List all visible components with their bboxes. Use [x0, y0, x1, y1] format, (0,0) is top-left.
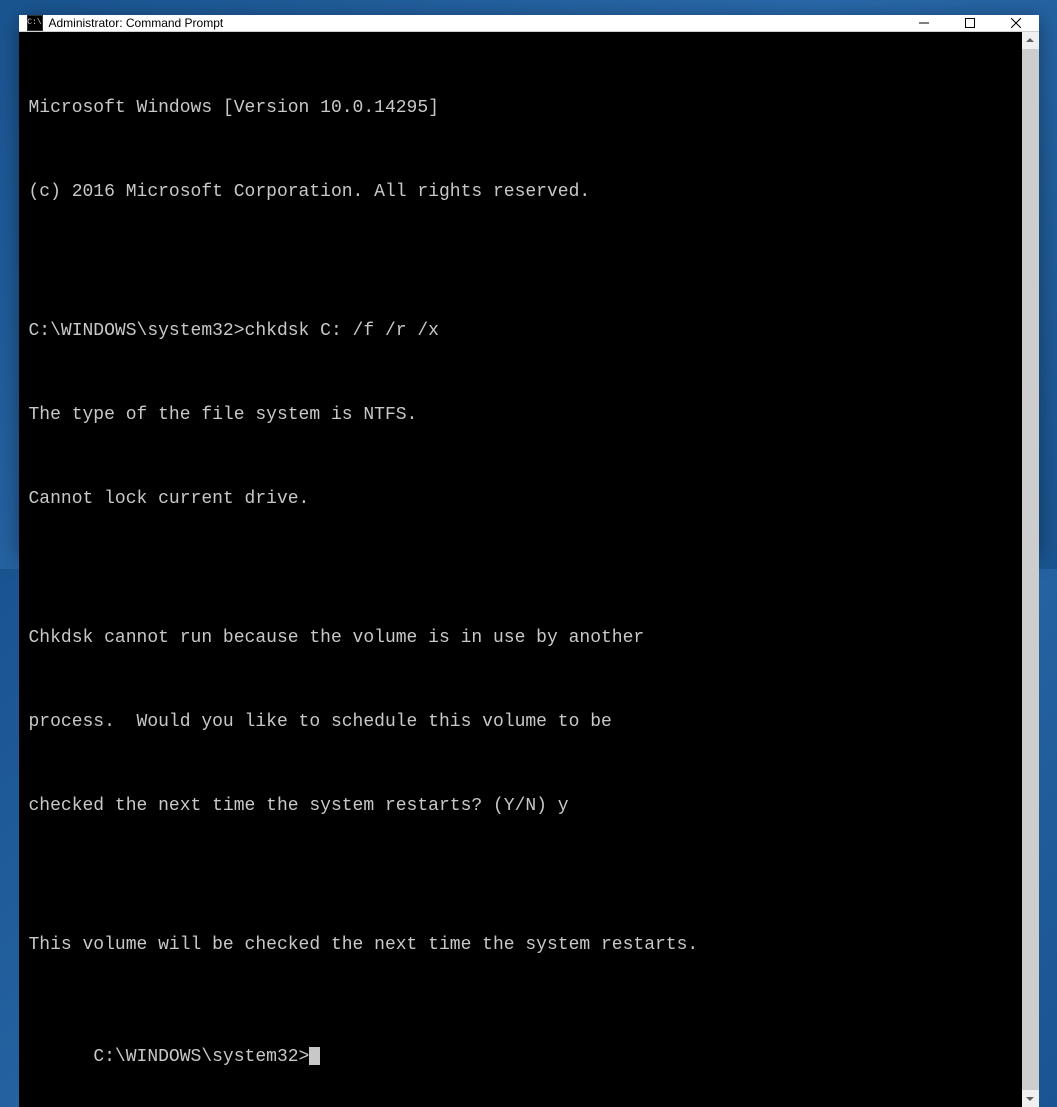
scroll-track[interactable]: [1022, 49, 1039, 1091]
chevron-up-icon: [1026, 38, 1034, 42]
terminal-prompt-line: C:\WINDOWS\system32>: [93, 1047, 320, 1067]
prompt-text: C:\WINDOWS\system32>: [93, 1047, 309, 1067]
terminal-content[interactable]: Microsoft Windows [Version 10.0.14295] (…: [19, 32, 1022, 1107]
terminal-area: Microsoft Windows [Version 10.0.14295] (…: [19, 32, 1039, 1107]
close-button[interactable]: [993, 15, 1039, 31]
scroll-down-button[interactable]: [1022, 1090, 1039, 1107]
terminal-line: This volume will be checked the next tim…: [29, 932, 1012, 960]
chevron-down-icon: [1026, 1097, 1034, 1101]
window-title: Administrator: Command Prompt: [49, 16, 901, 30]
terminal-line: Chkdsk cannot run because the volume is …: [29, 625, 1012, 653]
window-controls: [901, 15, 1039, 31]
terminal-line: C:\WINDOWS\system32>chkdsk C: /f /r /x: [29, 318, 1012, 346]
app-icon: C:\: [27, 15, 43, 31]
terminal-line: Microsoft Windows [Version 10.0.14295]: [29, 95, 1012, 123]
terminal-line: The type of the file system is NTFS.: [29, 402, 1012, 430]
minimize-icon: [919, 18, 929, 28]
close-icon: [1011, 18, 1021, 28]
command-prompt-window: C:\ Administrator: Command Prompt Micros…: [19, 15, 1039, 555]
maximize-button[interactable]: [947, 15, 993, 31]
terminal-line: checked the next time the system restart…: [29, 793, 1012, 821]
titlebar[interactable]: C:\ Administrator: Command Prompt: [19, 15, 1039, 32]
scroll-thumb[interactable]: [1022, 49, 1039, 1091]
scroll-up-button[interactable]: [1022, 32, 1039, 49]
cursor: [309, 1047, 320, 1065]
vertical-scrollbar[interactable]: [1022, 32, 1039, 1107]
terminal-line: process. Would you like to schedule this…: [29, 709, 1012, 737]
minimize-button[interactable]: [901, 15, 947, 31]
maximize-icon: [965, 18, 975, 28]
terminal-line: (c) 2016 Microsoft Corporation. All righ…: [29, 179, 1012, 207]
terminal-line: Cannot lock current drive.: [29, 486, 1012, 514]
